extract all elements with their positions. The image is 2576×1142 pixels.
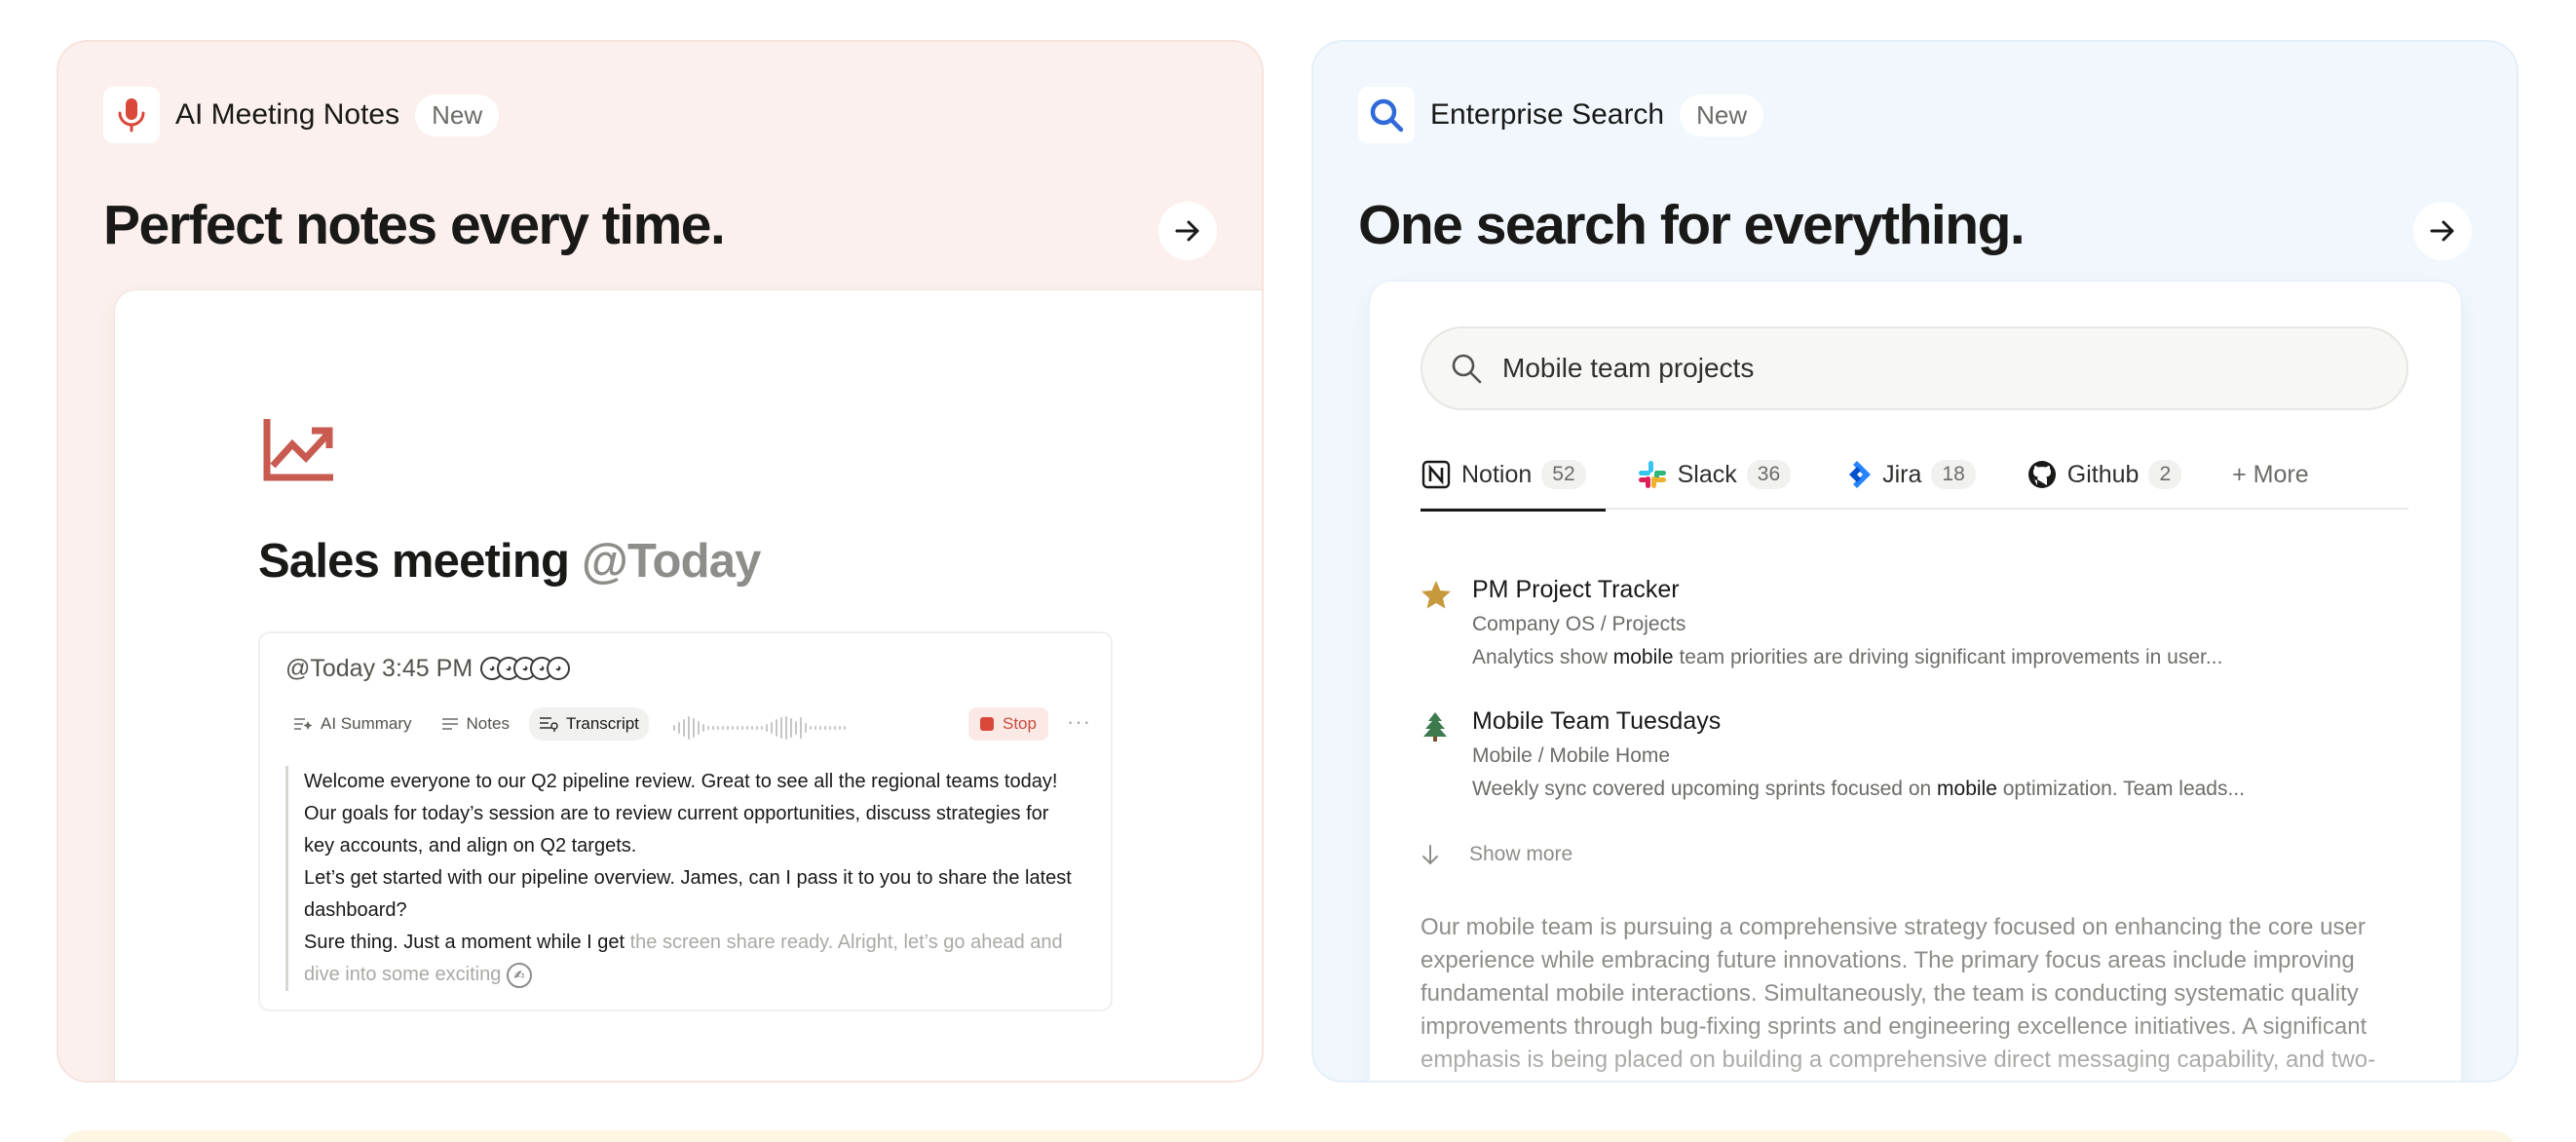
meeting-title-text: Sales meeting — [258, 535, 570, 588]
transcript-line: Let’s get started with our pipeline over… — [304, 867, 1072, 921]
open-meeting-notes-button[interactable] — [1158, 202, 1217, 260]
tab-ai-summary[interactable]: AI Summary — [284, 707, 422, 741]
result-snippet: Analytics show mobile team priorities ar… — [1472, 646, 2222, 669]
arrow-right-icon — [1175, 220, 1199, 242]
source-count: 2 — [2148, 460, 2182, 489]
date-mention[interactable]: @Today — [582, 535, 761, 588]
tab-jira[interactable]: Jira 18 — [1841, 455, 1976, 494]
show-more-button[interactable]: Show more — [1421, 843, 1572, 866]
more-options-icon[interactable]: ··· — [1067, 709, 1091, 735]
snippet-highlight: mobile — [1937, 778, 1997, 800]
more-sources-button[interactable]: + More — [2232, 455, 2309, 494]
result-title: Mobile Team Tuesdays — [1472, 707, 1722, 735]
transcript-icon — [539, 717, 558, 732]
source-name: Jira — [1882, 460, 1922, 488]
card-header: Enterprise Search New — [1358, 87, 1764, 143]
card-header: AI Meeting Notes New — [103, 87, 500, 143]
transcript-block: @Today 3:45 PM ◕ ◕ ◕ ◕ ◕ AI Summary Note… — [258, 631, 1113, 1011]
source-name: Slack — [1677, 460, 1737, 488]
tab-label: Notes — [466, 714, 510, 733]
search-input[interactable]: Mobile team projects — [1421, 326, 2408, 410]
fade-overlay — [1370, 1022, 2461, 1081]
tab-transcript[interactable]: Transcript — [528, 707, 649, 741]
transcript-line: Welcome everyone to our Q2 pipeline revi… — [304, 771, 1058, 856]
tab-notes[interactable]: Notes — [432, 707, 519, 741]
search-preview: Mobile team projects Notion 52 Slack 36 … — [1370, 282, 2461, 1081]
result-path: Company OS / Projects — [1472, 613, 1686, 635]
result-path: Mobile / Mobile Home — [1472, 744, 1671, 767]
tab-github[interactable]: Github 2 — [2027, 455, 2182, 494]
stop-icon — [980, 717, 994, 731]
tab-notion[interactable]: Notion 52 — [1421, 455, 1606, 512]
notion-icon — [1421, 459, 1452, 490]
stop-recording-button[interactable]: Stop — [968, 707, 1048, 741]
enterprise-search-card[interactable]: Enterprise Search New One search for eve… — [1311, 40, 2519, 1083]
search-icon — [1358, 87, 1415, 143]
arrow-down-icon — [1422, 845, 1438, 865]
arrow-right-icon — [2430, 220, 2454, 242]
snippet-text: Weekly sync covered upcoming sprints foc… — [1472, 778, 1932, 800]
card-headline: One search for everything. — [1358, 194, 2026, 256]
jira-icon — [1841, 459, 1873, 490]
avatar: ◕ — [547, 657, 570, 680]
next-feature-card[interactable] — [57, 1130, 2519, 1142]
result-snippet: Weekly sync covered upcoming sprints foc… — [1472, 778, 2245, 801]
transcript-line: Sure thing. Just a moment while I get th… — [304, 927, 1084, 991]
source-filter-tabs: Notion 52 Slack 36 Jira 18 Github 2 + Mo… — [1421, 455, 2408, 512]
stop-label: Stop — [1003, 714, 1037, 733]
show-more-label: Show more — [1469, 843, 1573, 865]
tab-label: Transcript — [565, 714, 639, 733]
transcript-tabs: AI Summary Notes Transcript — [284, 707, 659, 741]
microphone-icon — [103, 87, 160, 143]
card-headline: Perfect notes every time. — [103, 194, 726, 256]
source-name: Github — [2066, 460, 2140, 488]
card-title: AI Meeting Notes — [175, 98, 400, 131]
participant-avatars: ◕ ◕ ◕ ◕ ◕ — [480, 657, 570, 680]
meeting-notes-preview: Sales meeting @Today @Today 3:45 PM ◕ ◕ … — [115, 290, 1262, 1081]
meeting-timestamp: @Today 3:45 PM — [285, 655, 474, 682]
result-title: PM Project Tracker — [1472, 576, 1680, 603]
search-icon — [1452, 354, 1482, 384]
meeting-title: Sales meeting @Today — [258, 534, 761, 589]
notes-icon — [441, 718, 458, 730]
snippet-text: Analytics show — [1472, 646, 1608, 668]
ai-summary-icon — [294, 718, 313, 730]
open-enterprise-search-button[interactable] — [2413, 202, 2472, 260]
tree-icon — [1421, 711, 1450, 747]
snippet-highlight: mobile — [1612, 646, 1674, 668]
tab-slack[interactable]: Slack 36 — [1637, 455, 1792, 494]
star-icon — [1421, 580, 1452, 616]
card-title: Enterprise Search — [1430, 98, 1665, 131]
source-count: 36 — [1746, 460, 1792, 489]
new-badge: New — [415, 94, 500, 136]
snippet-text: team priorities are driving significant … — [1679, 646, 2223, 668]
search-query: Mobile team projects — [1502, 353, 1755, 383]
transcript-partial: Sure thing. Just a moment while I get — [304, 932, 625, 953]
slack-icon — [1637, 459, 1668, 490]
source-count: 18 — [1931, 460, 1976, 489]
ai-meeting-notes-card[interactable]: AI Meeting Notes New Perfect notes every… — [57, 40, 1264, 1083]
new-badge: New — [1680, 94, 1764, 136]
audio-waveform — [673, 713, 849, 742]
snippet-text: optimization. Team leads... — [2002, 778, 2245, 800]
transcript-text: Welcome everyone to our Q2 pipeline revi… — [285, 766, 1084, 991]
trending-up-icon — [263, 417, 335, 486]
source-count: 52 — [1541, 460, 1586, 489]
source-name: Notion — [1461, 460, 1533, 488]
live-transcribing-icon: ✍ — [506, 962, 532, 988]
github-icon — [2027, 459, 2058, 490]
tab-label: AI Summary — [321, 714, 412, 733]
